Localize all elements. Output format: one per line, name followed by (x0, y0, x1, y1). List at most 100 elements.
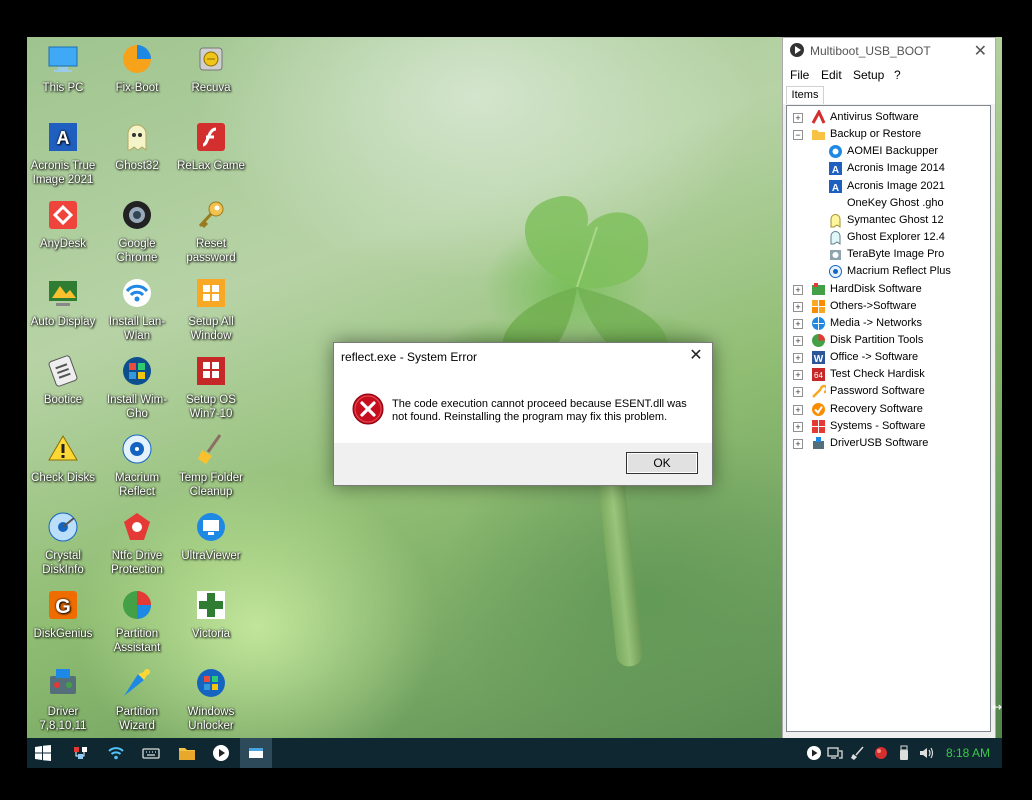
desktop-icon[interactable]: Windows Unlocker (175, 666, 247, 733)
mouse-cursor-icon: ↔ (992, 700, 1003, 714)
desktop-icon[interactable]: G DiskGenius (27, 588, 99, 641)
desktop-icon[interactable]: A Acronis True Image 2021 (27, 120, 99, 187)
dialog-close-button[interactable]: ✕ (686, 346, 706, 366)
desktop-icon[interactable]: Driver 7,8,10,11 (27, 666, 99, 733)
victoria-icon (194, 588, 228, 622)
desktop-icon-label: Partition Wizard (115, 706, 159, 732)
tab-items[interactable]: Items (786, 86, 824, 104)
taskbar-keyboard[interactable] (135, 738, 167, 768)
display-tray-icon[interactable] (827, 745, 843, 761)
ghost32-icon (120, 120, 154, 154)
desktop-icon-label: Install Lan-Wlan (108, 316, 166, 342)
menu-edit[interactable]: Edit (821, 68, 842, 82)
ghost-explorer-icon (830, 231, 841, 245)
expand-icon[interactable]: + (793, 335, 803, 346)
play-tray-icon[interactable] (806, 745, 822, 761)
taskbar-multiboot[interactable] (205, 738, 237, 768)
aomei-icon (829, 145, 842, 159)
wifi-install-icon (120, 276, 154, 310)
tab-strip: Items (783, 84, 995, 104)
tree-item-label: Acronis Image 2014 (847, 162, 945, 175)
multiboot-close-button[interactable]: ✕ (974, 41, 987, 61)
multiboot-menubar: File Edit Setup ? (783, 64, 995, 84)
anydesk-icon (46, 198, 80, 232)
play-icon (213, 745, 229, 761)
acronis-icon: A (829, 179, 842, 194)
menu-file[interactable]: File (790, 68, 809, 82)
record-tray-icon[interactable] (873, 745, 889, 761)
warning-drive-icon (46, 432, 80, 466)
expand-icon[interactable]: + (793, 353, 803, 364)
expand-icon[interactable]: + (793, 387, 803, 398)
windows-unlocker-icon (194, 666, 228, 700)
expand-icon[interactable]: + (793, 113, 803, 123)
multiboot-titlebar: Multiboot_USB_BOOT ✕ (783, 38, 995, 64)
desktop-icon-label: Driver 7,8,10,11 (39, 706, 87, 732)
desktop-icon[interactable]: ReLax Game (175, 120, 247, 173)
start-button[interactable] (27, 738, 59, 768)
desktop-icon[interactable]: Setup OS Win7-10 (175, 354, 247, 421)
expand-icon[interactable]: + (793, 301, 803, 312)
this-pc-icon (46, 42, 80, 76)
tree-item-label: Macrium Reflect Plus (847, 265, 951, 278)
ok-button[interactable]: OK (626, 452, 698, 474)
collapse-icon[interactable]: − (793, 130, 803, 141)
ntfs-protect-icon (120, 510, 154, 544)
ghost-icon (830, 213, 841, 228)
desktop-icon[interactable]: Recuva (175, 42, 247, 95)
desktop-icon[interactable]: Fix-Boot (101, 42, 173, 95)
network-drives-icon (74, 747, 87, 759)
desktop-icon[interactable]: Auto Display (27, 276, 99, 329)
wifi-icon (108, 747, 124, 760)
desktop-icon[interactable]: Ntfc Drive Protection (101, 510, 173, 577)
recovery-icon (812, 402, 825, 416)
driver-icon (813, 436, 824, 449)
tree-item-label: Antivirus Software (830, 111, 919, 123)
desktop-icon[interactable]: Install Lan-Wlan (101, 276, 173, 343)
svg-text:A: A (57, 128, 70, 148)
desktop-icon[interactable]: Google Chrome (101, 198, 173, 265)
broom-tray-icon[interactable] (850, 745, 866, 761)
desktop-icon[interactable]: Partition Assistant (101, 588, 173, 655)
desktop-icon[interactable]: Setup All Window (175, 276, 247, 343)
clock[interactable]: 8:18 AM (946, 746, 990, 760)
expand-icon[interactable]: + (793, 404, 803, 415)
volume-icon[interactable] (918, 745, 934, 761)
tree-item-label: Others->Software (830, 299, 917, 312)
taskbar-file-explorer[interactable] (171, 738, 203, 768)
desktop-icon[interactable]: Partition Wizard (101, 666, 173, 733)
tree-item-label: Systems - Software (830, 419, 926, 432)
desktop-icon[interactable]: AnyDesk (27, 198, 99, 251)
dialog-title: reflect.exe - System Error (341, 350, 478, 364)
taskbar-wifi[interactable] (100, 738, 132, 768)
desktop-icon[interactable]: Ghost32 (101, 120, 173, 173)
expand-icon[interactable]: + (793, 370, 803, 381)
expand-icon[interactable]: + (793, 421, 803, 432)
expand-icon[interactable]: + (793, 284, 803, 295)
menu-help[interactable]: ? (894, 68, 901, 82)
multiboot-window: Multiboot_USB_BOOT ✕ File Edit Setup ? I… (782, 37, 996, 739)
usb-drive-tray-icon[interactable] (896, 745, 912, 761)
desktop-icon[interactable]: UltraViewer (175, 510, 247, 563)
desktop-icon[interactable]: Macrium Reflect (101, 432, 173, 499)
crystaldiskinfo-icon (46, 510, 80, 544)
desktop-icon[interactable]: Check Disks (27, 432, 99, 485)
menu-setup[interactable]: Setup (853, 68, 884, 82)
desktop-icon-label: UltraViewer (181, 550, 241, 562)
taskbar-network-tool[interactable] (65, 738, 97, 768)
taskbar-active-window[interactable] (240, 738, 272, 768)
chrome-icon (120, 198, 154, 232)
desktop-icon[interactable]: Install Wim-Gho (101, 354, 173, 421)
desktop-icon[interactable]: Reset password (175, 198, 247, 265)
tree-item-label: Office -> Software (830, 351, 919, 364)
desktop-icon[interactable]: Crystal DiskInfo (27, 510, 99, 577)
desktop-icon-label: Reset password (186, 238, 236, 264)
expand-icon[interactable]: + (793, 438, 803, 449)
tree-item-label: DriverUSB Software (830, 436, 929, 449)
expand-icon[interactable]: + (793, 318, 803, 329)
desktop-icon[interactable]: Temp Folder Cleanup (175, 432, 247, 499)
desktop-icon-label: DiskGenius (33, 628, 93, 640)
desktop-icon[interactable]: Bootice (27, 354, 99, 407)
desktop-icon[interactable]: This PC (27, 42, 99, 95)
desktop-icon[interactable]: Victoria (175, 588, 247, 641)
